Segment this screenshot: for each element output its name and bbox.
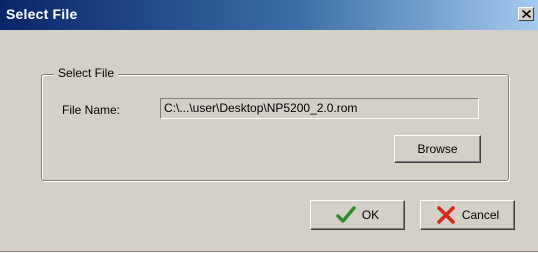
dialog-title: Select File <box>6 6 78 22</box>
browse-button-label: Browse <box>417 142 458 156</box>
title-bar[interactable]: Select File <box>0 0 538 30</box>
close-icon <box>522 10 531 18</box>
select-file-dialog: Select File Select File File Name: C:\..… <box>0 0 538 252</box>
file-name-field[interactable]: C:\...\user\Desktop\NP5200_2.0.rom <box>160 98 479 119</box>
select-file-group: Select File File Name: C:\...\user\Deskt… <box>41 66 509 181</box>
file-name-label: File Name: <box>62 103 121 117</box>
group-legend: Select File <box>54 66 119 80</box>
ok-button[interactable]: OK <box>310 200 405 230</box>
browse-button[interactable]: Browse <box>394 135 481 163</box>
x-icon <box>437 206 455 224</box>
ok-button-label: OK <box>361 208 380 222</box>
cancel-button-label: Cancel <box>461 208 500 222</box>
close-button[interactable] <box>518 7 534 21</box>
checkmark-icon <box>336 206 356 223</box>
cancel-button[interactable]: Cancel <box>420 200 515 230</box>
